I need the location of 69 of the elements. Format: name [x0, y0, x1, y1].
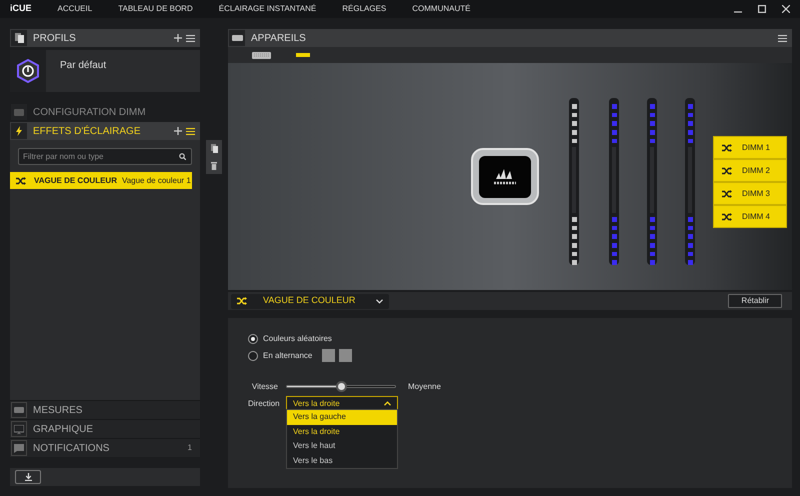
panel-title: PROFILS [33, 32, 76, 46]
menu-icon[interactable] [186, 34, 195, 42]
trash-icon[interactable] [211, 162, 217, 170]
monitor-icon [14, 424, 24, 434]
reset-button[interactable]: Rétablir [728, 294, 782, 308]
plus-icon[interactable] [174, 127, 182, 135]
keyboard-icon [232, 35, 242, 41]
nav-link[interactable]: ACCUEIL [58, 3, 92, 15]
chat-icon [14, 444, 24, 452]
shuffle-icon [722, 166, 732, 174]
slider-thumb[interactable] [336, 381, 347, 392]
collapsed-panel-header[interactable]: MESURES [10, 400, 200, 419]
nav-link[interactable]: RÉGLAGES [342, 3, 386, 15]
slider-value: Moyenne [408, 380, 441, 392]
nav-link[interactable]: COMMUNAUTÉ [412, 3, 470, 15]
color-swatch[interactable] [322, 349, 336, 362]
menu-icon[interactable] [186, 128, 195, 134]
zone-button[interactable]: DIMM 4 [713, 205, 787, 228]
filter-field[interactable]: Filtrer par nom ou type [18, 148, 192, 165]
shuffle-icon [16, 176, 26, 184]
effect-type: VAGUE DE COULEUR [34, 174, 117, 186]
lightning-icon [16, 126, 22, 136]
color-swatch[interactable] [339, 349, 352, 362]
hexagon-logo-icon [17, 59, 39, 83]
collapsed-panel-header[interactable]: GRAPHIQUE [10, 419, 200, 438]
shuffle-icon [722, 190, 732, 198]
zone-button[interactable]: DIMM 3 [713, 182, 787, 205]
effect-dropdown[interactable]: VAGUE DE COULEUR [231, 294, 389, 308]
section-header[interactable]: EFFETS D'ÉCLAIRAGE [10, 122, 200, 140]
download-button[interactable] [15, 470, 41, 484]
panel-title: APPAREILS [251, 32, 306, 46]
keyboard-icon[interactable] [252, 52, 271, 58]
zone-button[interactable]: DIMM 1 [713, 136, 787, 159]
profile-name: Par défaut [60, 59, 106, 73]
dropdown-option[interactable]: Vers la droite [287, 424, 397, 439]
profile-card[interactable]: Par défaut [10, 50, 200, 92]
collapsed-panel-header[interactable]: NOTIFICATIONS 1 [10, 438, 200, 457]
notification-count: 1 [188, 442, 192, 454]
plus-icon[interactable] [174, 34, 182, 42]
maximize-icon[interactable] [758, 5, 766, 13]
shuffle-icon [722, 144, 732, 152]
slider-label: Vitesse [250, 380, 278, 392]
chevron-down-icon [376, 298, 383, 304]
zone-button[interactable]: DIMM 2 [713, 159, 787, 182]
app-logo: iCUE [10, 2, 32, 16]
close-icon[interactable] [782, 5, 790, 13]
radio-label: Couleurs aléatoires [263, 332, 332, 344]
menu-icon[interactable] [778, 34, 787, 42]
radio-button[interactable] [248, 334, 258, 344]
chevron-up-icon [384, 401, 391, 406]
dropdown-option[interactable]: Vers le bas [287, 454, 397, 468]
search-icon[interactable] [179, 153, 186, 160]
nav-link[interactable]: TABLEAU DE BORD [118, 3, 193, 15]
dropdown-option[interactable]: Vers la gauche [287, 410, 397, 424]
download-icon [24, 473, 32, 481]
radio-label: En alternance [263, 350, 312, 362]
dropdown-option[interactable]: Vers le haut [287, 439, 397, 454]
cooler-pump[interactable] [471, 148, 539, 205]
section-header[interactable]: CONFIGURATION DIMM [10, 103, 200, 121]
copy-icon [14, 33, 24, 43]
effect-list-item[interactable]: VAGUE DE COULEUR Vague de couleur 1 [10, 172, 192, 189]
memory-module[interactable] [569, 98, 579, 265]
nav-link[interactable]: ÉCLAIRAGE INSTANTANÉ [218, 3, 316, 15]
copy-icon[interactable] [210, 144, 218, 154]
radio-button[interactable] [248, 350, 258, 360]
field-label: Direction [248, 398, 278, 410]
shuffle-icon [722, 212, 732, 220]
effect-name: Vague de couleur 1 [122, 174, 191, 186]
shuffle-icon [237, 297, 247, 305]
